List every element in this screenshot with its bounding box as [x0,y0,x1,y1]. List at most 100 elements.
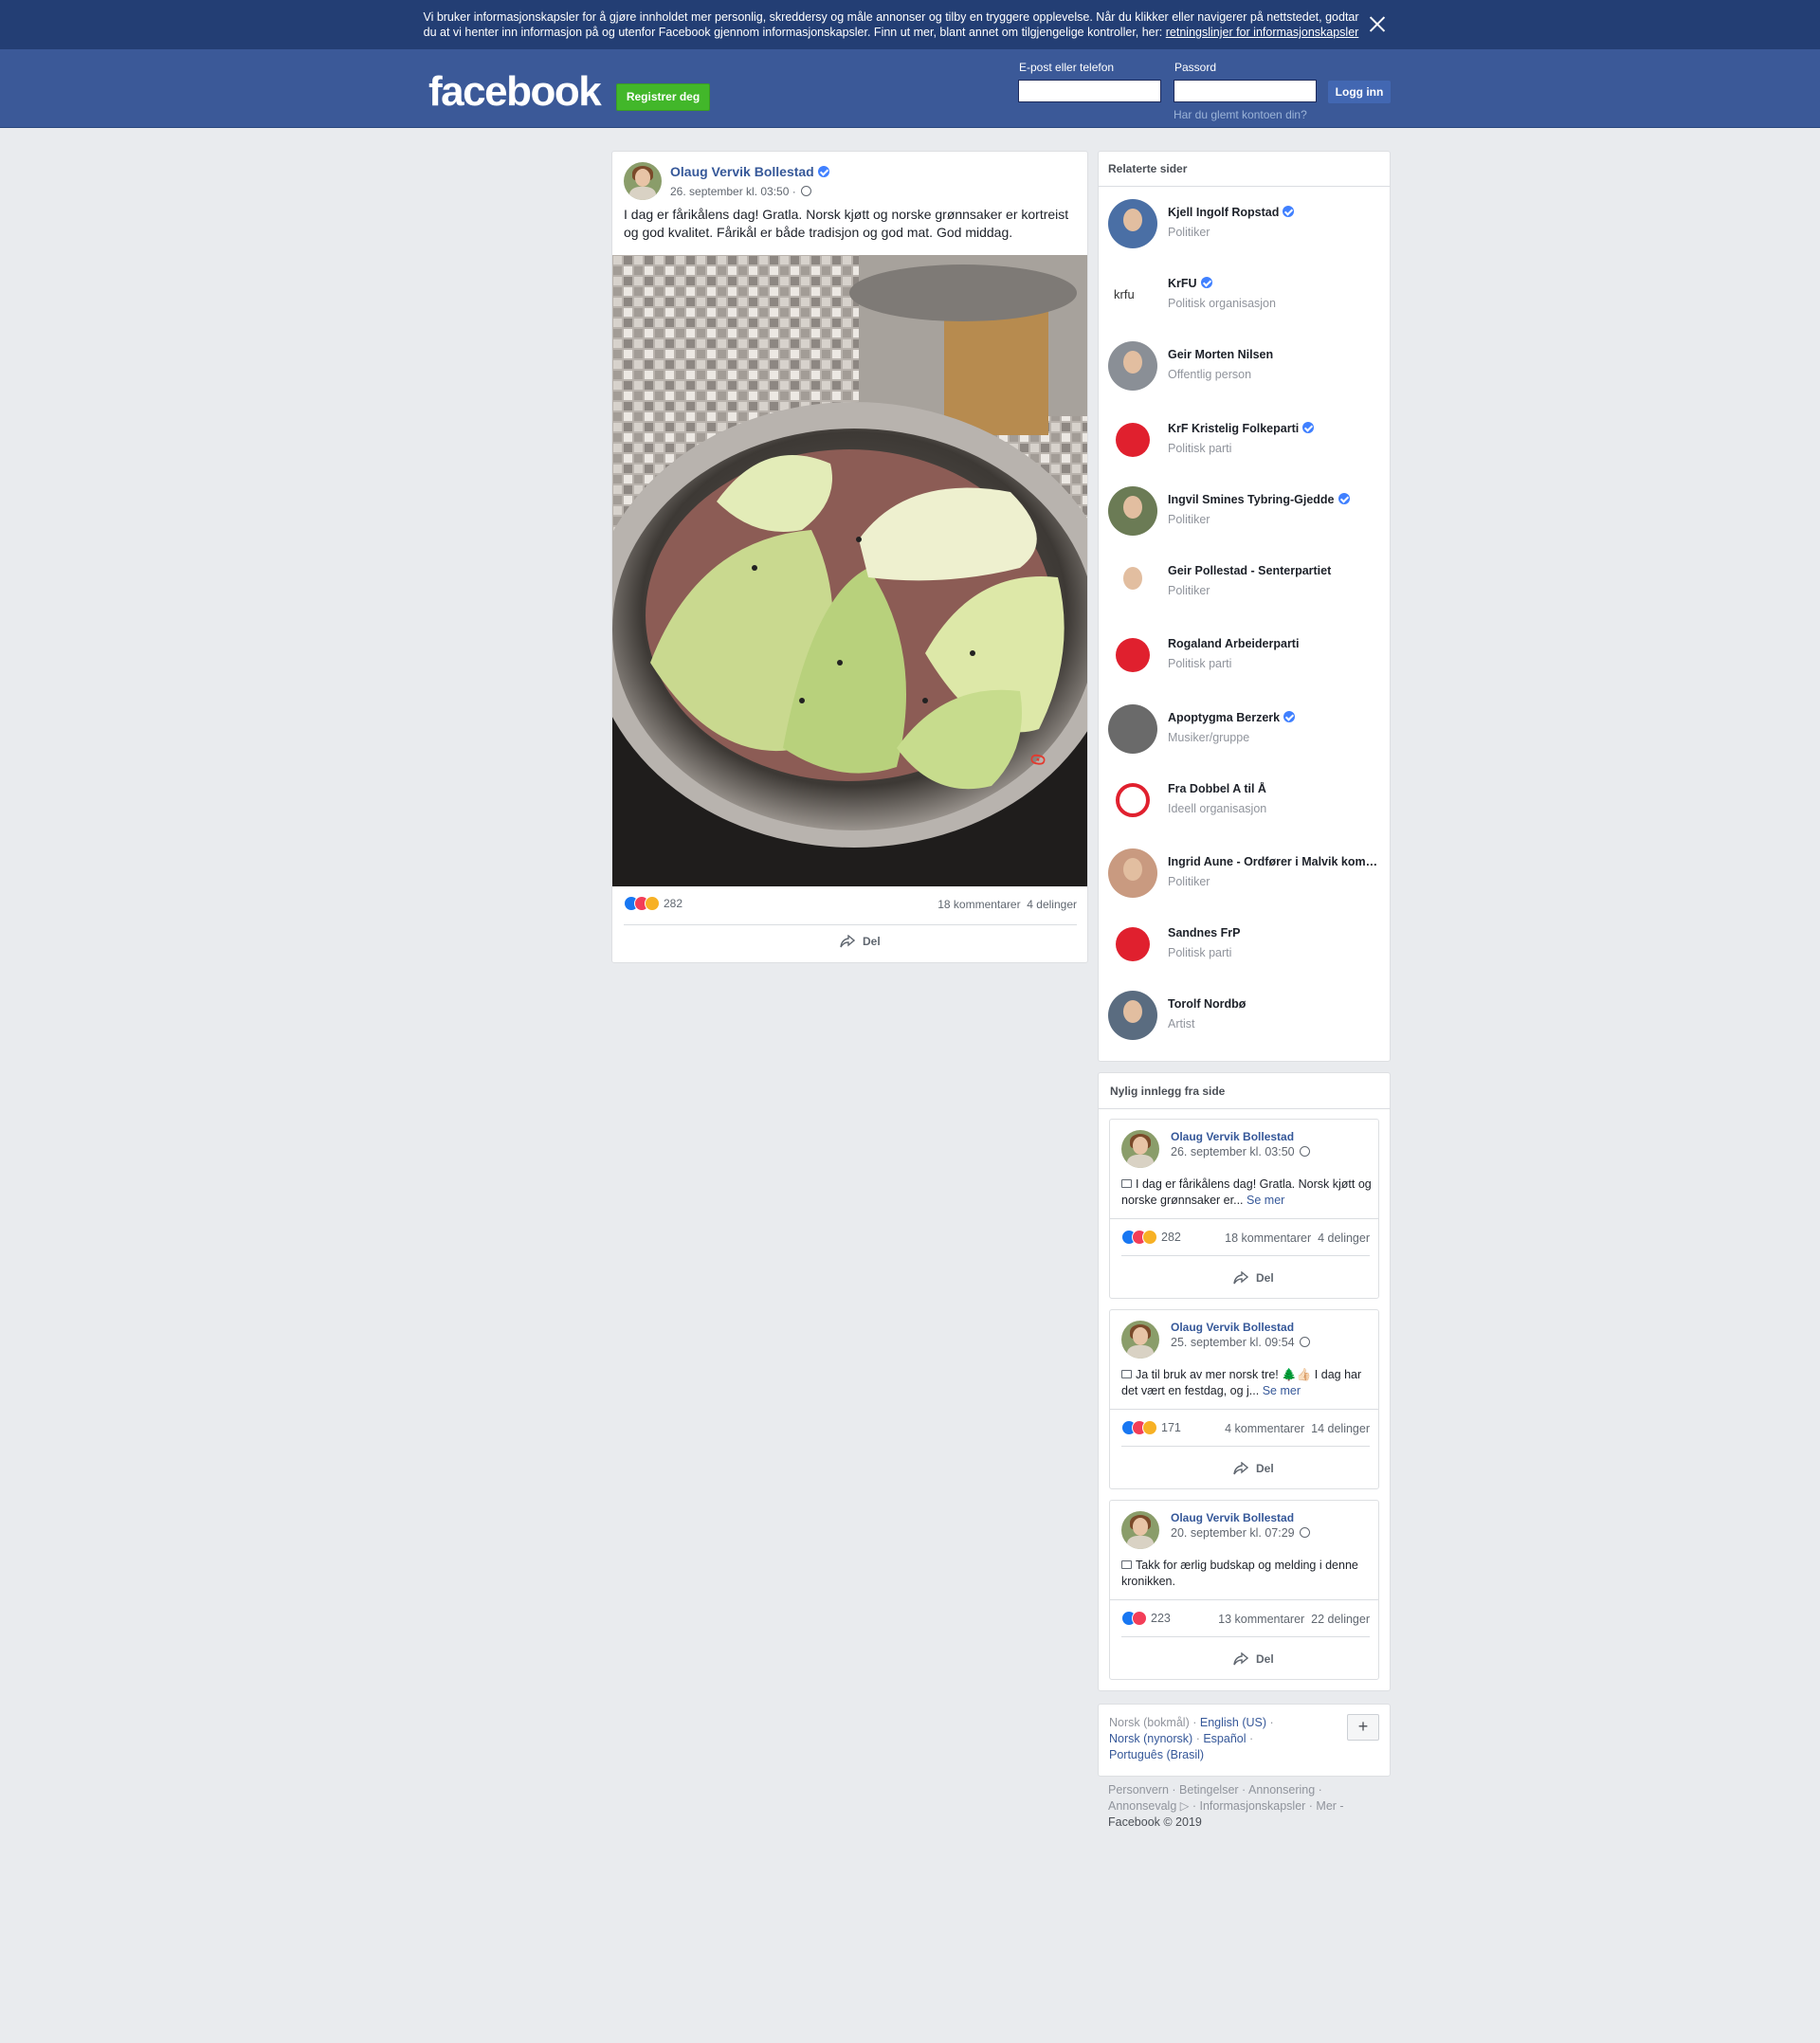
language-option[interactable]: Português (Brasil) [1109,1748,1204,1761]
page-name[interactable]: Geir Morten Nilsen [1168,348,1383,361]
author-avatar[interactable] [1121,1130,1159,1168]
post-author[interactable]: Olaug Vervik Bollestad [1171,1321,1294,1334]
related-page-item[interactable]: Rogaland Arbeiderparti Politisk parti [1108,630,1383,687]
page-name[interactable]: Ingvil Smines Tybring-Gjedde [1168,493,1383,506]
related-page-item[interactable]: KrF Kristelig Folkeparti Politisk parti [1108,415,1383,472]
language-option[interactable]: English (US) [1200,1716,1266,1729]
globe-icon [801,186,812,196]
reaction-count[interactable]: 223 [1151,1612,1171,1625]
verified-icon [1283,206,1295,217]
share-icon [840,935,855,948]
author-avatar[interactable] [1121,1511,1159,1549]
post-type-icon [1121,1560,1132,1569]
current-language: Norsk (bokmål) · [1109,1716,1197,1729]
related-page-item[interactable]: Geir Morten Nilsen Offentlig person [1108,341,1383,398]
divider [624,924,1077,925]
page-name[interactable]: KrF Kristelig Folkeparti [1168,422,1383,435]
reaction-count[interactable]: 282 [664,897,682,910]
page-avatar[interactable] [1108,557,1157,607]
forgot-account-link[interactable]: Har du glemt kontoen din? [1174,108,1307,121]
share-count[interactable]: 4 delinger [1318,1231,1370,1245]
comment-count[interactable]: 4 kommentarer [1225,1422,1304,1435]
facebook-logo[interactable]: facebook [428,68,602,116]
related-pages-panel: Relaterte sider Kjell Ingolf Ropstad Poli… [1098,151,1391,1062]
page-avatar[interactable] [1108,630,1157,680]
page-avatar[interactable] [1108,415,1157,465]
related-page-item[interactable]: Ingrid Aune - Ordfører i Malvik kommune P… [1108,848,1383,905]
author-avatar[interactable] [1121,1321,1159,1359]
comment-count[interactable]: 18 kommentarer [937,898,1020,911]
page-name[interactable]: Fra Dobbel A til Å [1168,782,1383,795]
share-count[interactable]: 22 delinger [1311,1613,1370,1626]
login-button[interactable]: Logg inn [1328,81,1391,103]
cookie-policy-link[interactable]: retningslinjer for informasjonskapsler [1166,26,1359,39]
comment-count[interactable]: 18 kommentarer [1225,1231,1311,1245]
related-page-item[interactable]: Ingvil Smines Tybring-Gjedde Politiker [1108,486,1383,543]
page-avatar[interactable]: krfu [1108,270,1157,319]
related-page-item[interactable]: krfu KrFU Politisk organisasjon [1108,270,1383,327]
post-timestamp[interactable]: 26. september kl. 03:50 · [670,185,812,198]
post-timestamp[interactable]: 20. september kl. 07:29 [1171,1526,1311,1540]
comment-count[interactable]: 13 kommentarer [1218,1613,1304,1626]
page-avatar[interactable] [1108,199,1157,248]
page-avatar[interactable] [1108,920,1157,969]
related-page-item[interactable]: Sandnes FrP Politisk parti [1108,920,1383,976]
page-category: Politisk organisasjon [1168,297,1276,310]
share-button[interactable]: Del [1233,1652,1274,1666]
related-page-item[interactable]: Geir Pollestad - Senterpartiet Politiker [1108,557,1383,614]
related-page-item[interactable]: Fra Dobbel A til Å Ideell organisasjon [1108,775,1383,832]
more-languages-button[interactable]: + [1347,1714,1379,1741]
footer: Personvern · Betingelser · Annonsering ·… [1108,1782,1383,1831]
page-avatar[interactable] [1108,848,1157,898]
post-stats: 282 18 kommentarer 4 delinger [624,896,1077,915]
close-icon[interactable] [1365,12,1390,37]
page-name[interactable]: Torolf Nordbø [1168,997,1383,1011]
recent-post[interactable]: Olaug Vervik Bollestad 26. september kl. … [1109,1119,1379,1299]
wow-icon [645,896,660,911]
reaction-count[interactable]: 171 [1161,1421,1181,1434]
post-author[interactable]: Olaug Vervik Bollestad [670,164,829,179]
page-avatar[interactable] [1108,991,1157,1040]
page-name[interactable]: Apoptygma Berzerk [1168,711,1383,724]
stew-pot-image: 0 [612,255,1087,886]
globe-icon [1300,1146,1311,1157]
recent-post[interactable]: Olaug Vervik Bollestad 20. september kl. … [1109,1500,1379,1680]
page-name[interactable]: Geir Pollestad - Senterpartiet [1168,564,1383,577]
page-name[interactable]: Kjell Ingolf Ropstad [1168,206,1383,219]
page-avatar[interactable] [1108,486,1157,536]
post-timestamp[interactable]: 26. september kl. 03:50 [1171,1145,1311,1158]
password-field[interactable] [1174,80,1317,102]
author-avatar[interactable] [624,162,662,200]
share-button[interactable]: Del [1233,1462,1274,1475]
reaction-count[interactable]: 282 [1161,1231,1181,1244]
related-page-item[interactable]: Torolf Nordbø Artist [1108,991,1383,1048]
footer-links[interactable]: Personvern · Betingelser · Annonsering ·… [1108,1783,1344,1813]
page-avatar[interactable] [1108,775,1157,825]
share-button[interactable]: Del [1233,1271,1274,1285]
post-author[interactable]: Olaug Vervik Bollestad [1171,1130,1294,1143]
see-more-link[interactable]: Se mer [1247,1194,1284,1207]
page-name[interactable]: KrFU [1168,277,1383,290]
related-page-item[interactable]: Kjell Ingolf Ropstad Politiker [1108,199,1383,256]
page-avatar[interactable] [1108,704,1157,754]
language-option[interactable]: Español [1203,1732,1246,1745]
see-more-link[interactable]: Se mer [1263,1384,1301,1397]
recent-post[interactable]: Olaug Vervik Bollestad 25. september kl. … [1109,1309,1379,1489]
post-author[interactable]: Olaug Vervik Bollestad [1171,1511,1294,1524]
register-button[interactable]: Registrer deg [616,83,710,111]
email-label: E-post eller telefon [1019,61,1115,74]
post-photo[interactable]: 0 [612,255,1087,886]
post-timestamp[interactable]: 25. september kl. 09:54 [1171,1336,1311,1349]
share-count[interactable]: 14 delinger [1311,1422,1370,1435]
post-stats: 171 4 kommentarer 14 delinger [1121,1420,1370,1435]
page-name[interactable]: Sandnes FrP [1168,926,1383,939]
page-name[interactable]: Ingrid Aune - Ordfører i Malvik kommune [1168,855,1383,868]
share-button[interactable]: Del [840,935,881,948]
share-count[interactable]: 4 delinger [1027,898,1077,911]
page-avatar[interactable] [1108,341,1157,391]
related-page-item[interactable]: Apoptygma Berzerk Musiker/gruppe [1108,704,1383,761]
post-card: Olaug Vervik Bollestad 26. september kl.… [611,151,1088,963]
email-field[interactable] [1018,80,1161,102]
page-name[interactable]: Rogaland Arbeiderparti [1168,637,1383,650]
language-option[interactable]: Norsk (nynorsk) [1109,1732,1192,1745]
